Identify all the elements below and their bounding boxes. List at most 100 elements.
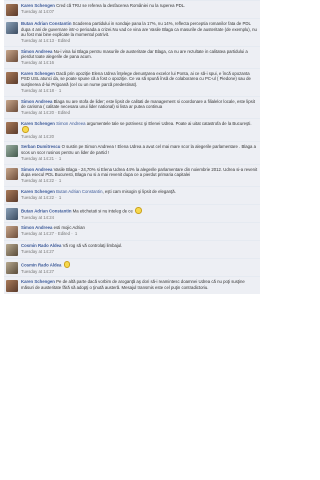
timestamp[interactable]: Tuesday at 14:27 xyxy=(21,249,54,254)
like-count[interactable]: 1 xyxy=(59,178,61,183)
timestamp[interactable]: Tuesday at 14:22 xyxy=(21,178,54,183)
author-name[interactable]: Serban Dumitrescu xyxy=(21,144,60,149)
edited-label[interactable]: Edited xyxy=(58,38,70,43)
comment-meta: Tuesday at 14:07 xyxy=(21,9,258,15)
avatar[interactable] xyxy=(6,226,18,238)
author-name[interactable]: Karen Schengen xyxy=(21,279,55,284)
comment-meta: Tuesday at 14:27 xyxy=(21,269,258,275)
comment-body: Butan Adrian Constantin Ma etichetati si… xyxy=(21,207,258,220)
comment-body: Simon Andreea Vasile Blaga - 24,70% si E… xyxy=(21,167,258,185)
avatar[interactable] xyxy=(6,121,18,134)
edited-label[interactable]: Edited xyxy=(58,110,70,115)
comment-text: Cosmin Rado Aldea Vă rog să vă controlaţ… xyxy=(21,243,258,249)
author-name[interactable]: Karen Schengen xyxy=(21,121,55,126)
comment: Simon Andreea Nu-i vina lui Blaga pentru… xyxy=(4,45,260,68)
comment-text: Serban Dumitrescu O sustin pe Simon Andr… xyxy=(21,144,258,155)
timestamp[interactable]: Tuesday at 14:21 xyxy=(21,156,54,161)
comment: Karen Schengen Cred că TRU se referea la… xyxy=(4,0,260,18)
comment-message: Pe de altă parte dacă vorbim de aroganţă… xyxy=(21,279,245,290)
comment-text: Karen Schengen Butan Adrian Constantin, … xyxy=(21,189,258,195)
avatar[interactable] xyxy=(6,167,18,180)
meta-separator: · xyxy=(55,178,57,183)
meta-separator: · xyxy=(55,38,57,43)
comment-meta: Tuesday at 14:13 · Edited xyxy=(21,38,258,44)
like-count[interactable]: 1 xyxy=(75,231,77,236)
author-name[interactable]: Cosmin Rado Aldea xyxy=(21,243,61,248)
comment-message: Ma etichetati si nu inteleg de ce xyxy=(72,208,133,214)
avatar[interactable] xyxy=(6,262,18,274)
edited-label[interactable]: Edited xyxy=(58,231,70,236)
like-count[interactable]: 1 xyxy=(59,88,61,93)
comment-body: Karen Schengen Pe de altă parte dacă vor… xyxy=(21,279,258,290)
comment-meta: Tuesday at 14:27 · Edited · 1 xyxy=(21,231,258,237)
timestamp[interactable]: Tuesday at 14:07 xyxy=(21,9,54,14)
author-name[interactable]: Cosmin Rado Aldea xyxy=(21,263,61,268)
comment: Simon Andreea Vasile Blaga - 24,70% si E… xyxy=(4,163,260,186)
avatar[interactable] xyxy=(6,244,18,256)
timestamp[interactable]: Tuesday at 14:27 xyxy=(21,269,54,274)
timestamp[interactable]: Tuesday at 14:22 xyxy=(21,195,54,200)
comment-body: Karen Schengen Simon Andreea argumentele… xyxy=(21,121,258,140)
timestamp[interactable]: Tuesday at 14:20 xyxy=(21,134,54,139)
comment-text: Karen Schengen Dacă prin opoziţie Elena … xyxy=(21,71,258,88)
timestamp[interactable]: Tuesday at 14:24 xyxy=(21,215,54,220)
comment-meta: Tuesday at 14:24 xyxy=(21,215,258,221)
avatar[interactable] xyxy=(6,22,18,34)
comment-body: Karen Schengen Butan Adrian Constantin, … xyxy=(21,189,258,201)
comment-body: Butan Adrian Constantin Scaderea partidu… xyxy=(21,21,258,44)
comment-body: Simon Andreea esti mojic Adrian Tuesday … xyxy=(21,225,258,237)
comment-text: Butan Adrian Constantin Scaderea partidu… xyxy=(21,21,258,38)
comment-meta: Tuesday at 14:18 · 1 xyxy=(21,88,258,94)
comment-text: Cosmin Rado Aldea xyxy=(21,261,258,268)
comment-meta: Tuesday at 14:22 · 1 xyxy=(21,178,258,184)
comment: Karen Schengen Butan Adrian Constantin, … xyxy=(4,186,260,204)
author-name[interactable]: Simon Andreea xyxy=(21,49,52,54)
avatar[interactable] xyxy=(6,280,18,292)
comment-text: Simon Andreea Blaga nu are stofa de lide… xyxy=(21,99,258,110)
timestamp[interactable]: Tuesday at 14:13 xyxy=(21,38,54,43)
comment-message: argumentele tale se potrivesc şi Elenei … xyxy=(86,120,252,126)
author-name[interactable]: Simon Andreea xyxy=(21,167,52,172)
like-count[interactable]: 1 xyxy=(59,156,61,161)
author-name[interactable]: Butan Adrian Constantin xyxy=(21,21,71,26)
comment: Karen Schengen Dacă prin opoziţie Elena … xyxy=(4,67,260,96)
timestamp[interactable]: Tuesday at 14:18 xyxy=(21,88,54,93)
comment-body: Serban Dumitrescu O sustin pe Simon Andr… xyxy=(21,144,258,162)
comment: Karen Schengen Pe de altă parte dacă vor… xyxy=(4,276,260,294)
comment-text: Simon Andreea esti mojic Adrian xyxy=(21,225,258,231)
comment-text: Butan Adrian Constantin Ma etichetati si… xyxy=(21,207,258,214)
avatar[interactable] xyxy=(6,49,18,62)
mention-link[interactable]: Butan Adrian Constantin xyxy=(56,189,102,194)
smiley-emoji-icon xyxy=(135,207,142,214)
timestamp[interactable]: Tuesday at 14:16 xyxy=(21,60,54,65)
author-name[interactable]: Karen Schengen xyxy=(21,71,55,76)
timestamp[interactable]: Tuesday at 14:27 xyxy=(21,231,54,236)
comment-body: Simon Andreea Nu-i vina lui Blaga pentru… xyxy=(21,49,258,66)
comment-message: Vă rog să vă controlaţi limbajul. xyxy=(62,243,123,248)
comment-meta: Tuesday at 14:21 · 1 xyxy=(21,156,258,162)
comment-message: Blaga nu are stofa de lider; este lipsit… xyxy=(21,98,255,110)
avatar[interactable] xyxy=(6,208,18,220)
timestamp[interactable]: Tuesday at 14:20 xyxy=(21,110,54,115)
author-name[interactable]: Simon Andreea xyxy=(21,225,52,230)
avatar[interactable] xyxy=(6,4,18,16)
comment-meta: Tuesday at 14:20 · Edited xyxy=(21,110,258,116)
avatar[interactable] xyxy=(6,145,18,157)
avatar[interactable] xyxy=(6,190,18,202)
smiley-emoji-icon xyxy=(22,126,29,133)
avatar[interactable] xyxy=(6,99,18,112)
author-name[interactable]: Simon Andreea xyxy=(21,99,52,104)
comment-meta: Tuesday at 14:20 xyxy=(21,134,258,140)
avatar[interactable] xyxy=(6,71,18,84)
author-name[interactable]: Karen Schengen xyxy=(21,3,55,8)
comment-meta: Tuesday at 14:27 xyxy=(21,249,258,255)
author-name[interactable]: Karen Schengen xyxy=(21,189,55,194)
mention-link[interactable]: Simon Andreea xyxy=(56,121,85,126)
meta-separator: · xyxy=(55,155,57,161)
author-name[interactable]: Butan Adrian Constantin xyxy=(21,209,71,214)
comment-text: Simon Andreea Vasile Blaga - 24,70% si E… xyxy=(21,167,258,178)
like-count[interactable]: 1 xyxy=(59,195,61,200)
comment: Butan Adrian Constantin Ma etichetati si… xyxy=(4,204,260,222)
comment-meta: Tuesday at 14:22 · 1 xyxy=(21,195,258,201)
comment-thread: Karen Schengen Cred că TRU se referea la… xyxy=(0,0,264,480)
